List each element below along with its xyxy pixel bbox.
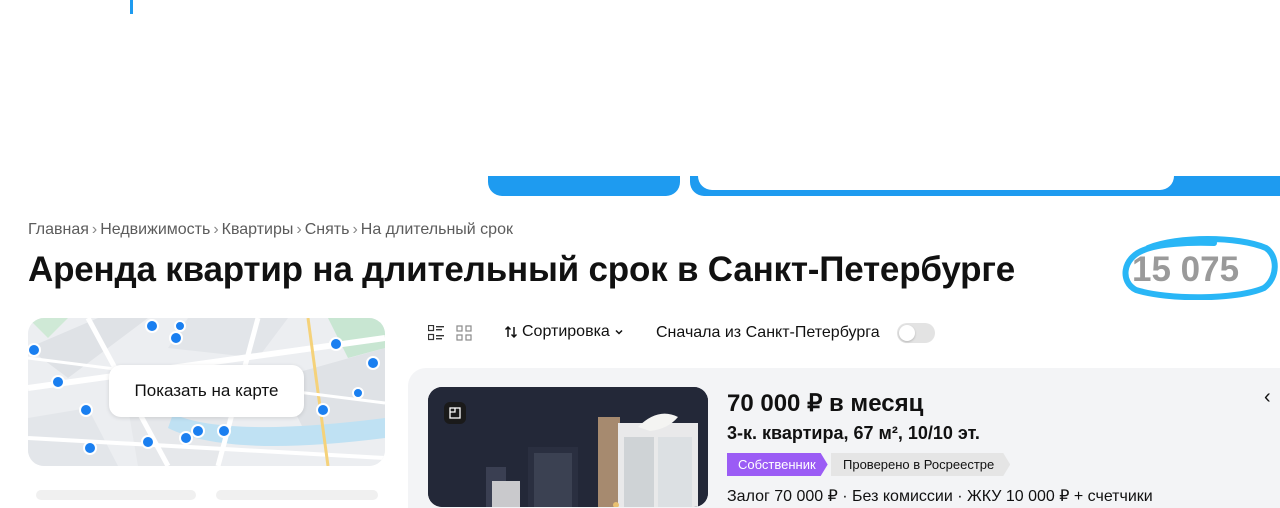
highlight-circle-annotation (1122, 236, 1278, 300)
listing-price[interactable]: 70 000 ₽ в месяц (727, 389, 923, 418)
page-title: Аренда квартир на длительный срок в Санк… (28, 250, 1015, 289)
grid-view-icon[interactable] (456, 325, 472, 341)
breadcrumb-rent[interactable]: Снять (305, 221, 350, 238)
floorplan-badge (444, 402, 466, 424)
toggle-knob (899, 325, 915, 341)
list-view-icon[interactable] (428, 325, 444, 341)
breadcrumb-long-term[interactable]: На длительный срок (361, 221, 513, 238)
floorplan-icon (449, 407, 461, 419)
breadcrumb-home[interactable]: Главная (28, 221, 89, 238)
filter-chip[interactable] (36, 490, 196, 500)
listing-terms: Залог 70 000 ₽ · Без комиссии · ЖКУ 10 0… (727, 488, 1153, 505)
sort-arrows-icon (504, 325, 518, 339)
listing-photo[interactable] (428, 387, 708, 507)
owner-tag: Собственник (727, 453, 828, 476)
breadcrumb-separator: › (296, 221, 302, 238)
breadcrumb-realty[interactable]: Недвижимость (100, 221, 210, 238)
more-options-button[interactable]: ‹ (1264, 386, 1271, 409)
city-first-toggle[interactable] (897, 323, 935, 343)
header-search-field-edge (698, 176, 1174, 190)
listing-params[interactable]: 3-к. квартира, 67 м², 10/10 эт. (727, 423, 980, 444)
chevron-down-icon (615, 329, 623, 335)
sort-label: Сортировка (522, 323, 610, 340)
show-on-map-button[interactable]: Показать на карте (109, 365, 304, 417)
filter-chip[interactable] (216, 490, 378, 500)
text-cursor (130, 0, 133, 14)
breadcrumb-apartments[interactable]: Квартиры (222, 221, 294, 238)
breadcrumb: Главная › Недвижимость › Квартиры › Снять › На д… (28, 221, 513, 239)
header-button-bottom-edge[interactable] (488, 176, 680, 196)
city-first-label: Сначала из Санкт-Петербурга (656, 324, 880, 341)
listing-photo-image (428, 387, 708, 507)
breadcrumb-separator: › (213, 221, 219, 238)
sort-dropdown[interactable]: Сортировка (504, 323, 624, 341)
verified-tag: Проверено в Росреестре (831, 453, 1010, 476)
breadcrumb-separator: › (91, 221, 98, 238)
breadcrumb-separator: › (352, 221, 358, 238)
